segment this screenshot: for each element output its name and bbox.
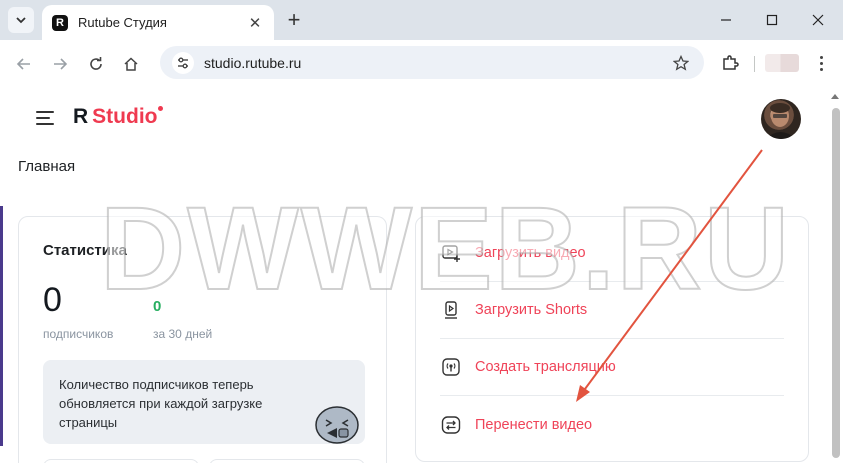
arrow-right-icon <box>54 58 68 70</box>
statistics-card: Статистика 0 подписчиков 0 за 30 дней Ко… <box>18 216 387 463</box>
maximize-icon <box>766 14 778 26</box>
quick-actions-card: Загрузить видео Загрузить Shorts Создать… <box>415 216 809 462</box>
close-icon <box>812 14 824 26</box>
arrow-left-icon <box>16 58 30 70</box>
create-broadcast-button[interactable]: Создать трансляцию <box>440 339 784 396</box>
minimize-icon <box>721 19 731 21</box>
scroll-up-arrow-icon[interactable] <box>831 94 839 99</box>
subscribers-label: подписчиков <box>43 327 114 341</box>
user-avatar[interactable] <box>761 99 801 139</box>
info-notice: Количество подписчиков теперь обновляетс… <box>43 360 365 444</box>
forward-button[interactable] <box>46 50 74 78</box>
upload-shorts-button[interactable]: Загрузить Shorts <box>440 282 784 339</box>
create-broadcast-label: Создать трансляцию <box>475 359 616 375</box>
window-edge <box>0 206 3 446</box>
tab-title: Rutube Студия <box>78 15 167 30</box>
reload-icon <box>90 57 102 70</box>
upload-video-button[interactable]: Загрузить видео <box>440 225 784 282</box>
logo-letter: R <box>73 105 89 128</box>
maximize-button[interactable] <box>749 6 795 34</box>
browser-toolbar: studio.rutube.ru <box>0 40 843 86</box>
toolbar-separator <box>754 56 755 72</box>
secondary-card <box>209 459 365 463</box>
new-tab-button[interactable]: + <box>282 7 306 32</box>
tab-search-button[interactable] <box>8 7 34 33</box>
address-bar[interactable]: studio.rutube.ru <box>160 46 704 79</box>
delta-period-label: за 30 дней <box>153 327 213 341</box>
url-text[interactable]: studio.rutube.ru <box>204 55 670 71</box>
upload-shorts-icon <box>440 299 462 321</box>
browser-tab-active[interactable]: R Rutube Студия ✕ <box>42 5 274 40</box>
minimize-button[interactable] <box>703 6 749 34</box>
upload-video-label: Загрузить видео <box>475 245 586 261</box>
statistics-title: Статистика <box>43 242 127 259</box>
transfer-video-label: Перенести видео <box>475 416 593 433</box>
transfer-icon <box>440 414 462 436</box>
scrollbar-thumb[interactable] <box>832 108 840 458</box>
info-notice-text: Количество подписчиков теперь обновляетс… <box>59 377 263 430</box>
subscribers-delta: 0 <box>153 298 162 315</box>
close-window-button[interactable] <box>795 6 841 34</box>
user-photo-icon <box>766 103 796 139</box>
extensions-button[interactable] <box>716 49 744 77</box>
page-scrollbar[interactable] <box>829 86 843 463</box>
reload-button[interactable] <box>82 50 110 78</box>
upload-shorts-label: Загрузить Shorts <box>475 302 588 318</box>
secondary-card <box>43 459 199 463</box>
tab-close-button[interactable]: ✕ <box>246 14 264 32</box>
page-title: Главная <box>18 158 76 175</box>
menu-toggle-button[interactable] <box>36 111 54 125</box>
subscribers-count: 0 <box>43 281 62 319</box>
bookmark-button[interactable] <box>670 52 692 74</box>
upload-video-icon <box>440 242 462 264</box>
back-button[interactable] <box>10 50 38 78</box>
rutube-studio-logo[interactable]: R Studio <box>73 105 163 131</box>
logo-dot-icon <box>157 106 163 111</box>
profile-button[interactable] <box>765 54 799 72</box>
home-button[interactable] <box>117 50 145 78</box>
logo-text: Studio <box>92 105 158 128</box>
mascot-icon <box>315 406 359 444</box>
transfer-video-button[interactable]: Перенести видео <box>440 396 784 453</box>
puzzle-icon <box>723 55 739 70</box>
browser-tab-strip: R Rutube Студия ✕ + <box>0 0 843 40</box>
tune-icon <box>178 57 188 68</box>
page-viewport: R Studio Главная Статистика 0 подписчико… <box>0 86 843 463</box>
chevron-down-icon <box>16 17 26 24</box>
rutube-favicon-icon: R <box>52 14 68 31</box>
browser-menu-button[interactable] <box>810 50 832 76</box>
broadcast-icon <box>440 356 462 378</box>
star-icon <box>673 54 689 71</box>
home-icon <box>124 57 138 71</box>
site-info-button[interactable] <box>172 51 194 74</box>
